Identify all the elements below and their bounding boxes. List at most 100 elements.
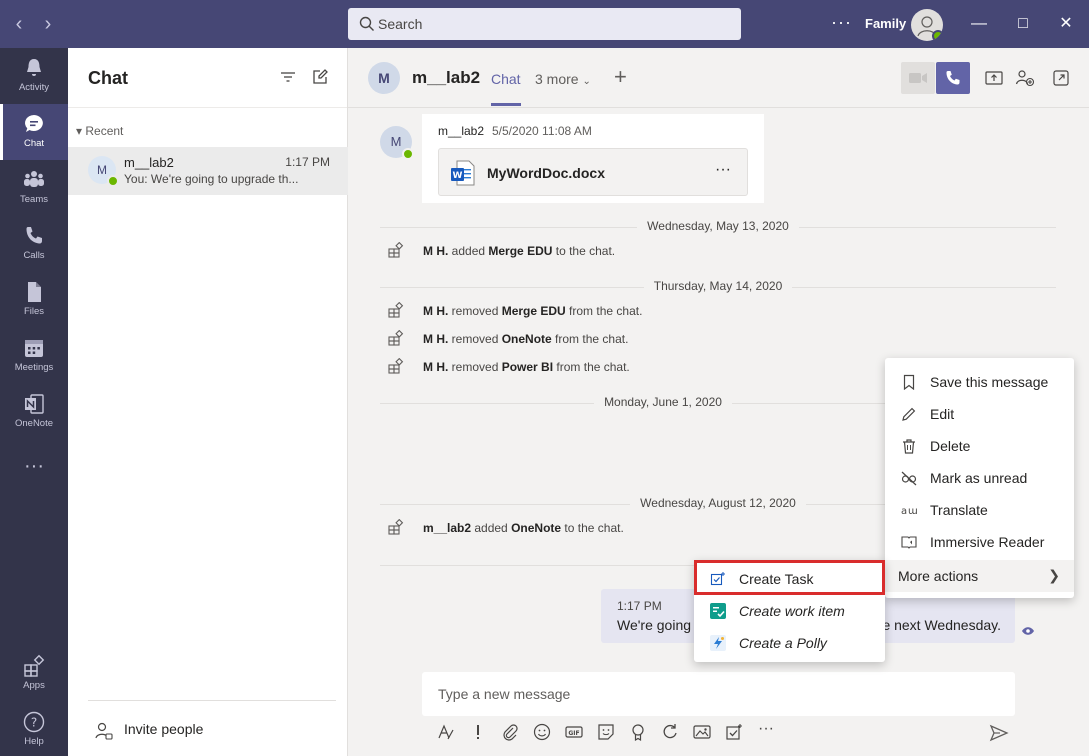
audio-call-button[interactable] bbox=[936, 62, 970, 94]
rail-item-files[interactable]: Files bbox=[0, 272, 68, 328]
unread-icon bbox=[901, 471, 917, 486]
recent-section-label[interactable]: ▾ Recent bbox=[76, 124, 123, 138]
menu-item-mark-unread[interactable]: Mark as unread bbox=[885, 462, 1074, 494]
more-options-icon[interactable]: ··· bbox=[831, 12, 852, 33]
event-actor: M H. bbox=[423, 360, 449, 374]
svg-text:?: ? bbox=[31, 716, 37, 730]
search-placeholder: Search bbox=[378, 16, 423, 32]
rail-item-apps[interactable]: Apps bbox=[0, 646, 68, 702]
rail-item-activity[interactable]: Activity bbox=[0, 48, 68, 104]
forward-arrow-icon[interactable]: › bbox=[38, 12, 58, 36]
compose-box[interactable]: Type a new message bbox=[422, 672, 1015, 716]
apps-event-icon bbox=[388, 519, 404, 535]
phone-icon bbox=[26, 227, 42, 244]
add-people-icon[interactable] bbox=[1015, 68, 1035, 88]
add-tab-icon[interactable]: + bbox=[614, 64, 627, 90]
menu-item-label: Create work item bbox=[739, 603, 845, 619]
tab-more-dropdown[interactable]: 3 more ⌄ bbox=[535, 71, 591, 87]
menu-item-save-message[interactable]: Save this message bbox=[885, 366, 1074, 398]
rail-item-meetings[interactable]: Meetings bbox=[0, 328, 68, 384]
rail-label: Help bbox=[24, 736, 44, 747]
rail-item-help[interactable]: ? Help bbox=[0, 702, 68, 756]
format-icon[interactable] bbox=[436, 722, 456, 742]
pop-out-icon[interactable] bbox=[1051, 68, 1071, 88]
back-arrow-icon[interactable]: ‹ bbox=[9, 12, 29, 36]
rail-label: Chat bbox=[23, 138, 45, 149]
rail-more-apps-icon[interactable]: ··· bbox=[0, 448, 68, 488]
menu-item-create-polly[interactable]: Create a Polly bbox=[694, 627, 885, 659]
menu-item-label: Translate bbox=[930, 502, 988, 518]
apps-icon bbox=[24, 654, 45, 677]
event-object: Merge EDU bbox=[488, 244, 553, 258]
word-document-icon: W bbox=[451, 160, 475, 186]
sticker-icon[interactable] bbox=[596, 722, 616, 742]
date-divider: Thursday, May 14, 2020 bbox=[380, 279, 1056, 293]
menu-item-immersive-reader[interactable]: Immersive Reader bbox=[885, 526, 1074, 558]
profile-avatar[interactable] bbox=[911, 9, 943, 41]
menu-item-edit[interactable]: Edit bbox=[885, 398, 1074, 430]
task-icon[interactable] bbox=[724, 722, 744, 742]
minimize-icon[interactable]: — bbox=[966, 12, 992, 36]
tab-more-label: 3 more bbox=[535, 71, 579, 87]
menu-item-delete[interactable]: Delete bbox=[885, 430, 1074, 462]
attach-icon[interactable] bbox=[500, 722, 520, 742]
rail-item-chat[interactable]: Chat bbox=[0, 104, 68, 160]
trash-icon bbox=[903, 439, 915, 454]
event-tail: to the chat. bbox=[552, 244, 616, 258]
more-options-icon[interactable]: ··· bbox=[756, 720, 776, 740]
filter-icon[interactable] bbox=[279, 68, 297, 86]
search-input[interactable]: Search bbox=[348, 8, 741, 40]
chevron-right-icon: ❯ bbox=[1048, 567, 1060, 583]
image-icon[interactable] bbox=[692, 722, 712, 742]
rail-label: OneNote bbox=[14, 418, 54, 429]
message-time: 1:17 PM bbox=[617, 599, 662, 613]
rail-label: Meetings bbox=[14, 362, 54, 373]
praise-icon[interactable] bbox=[628, 722, 648, 742]
calendar-icon bbox=[25, 340, 43, 357]
chat-list-item[interactable]: M m__lab2 1:17 PM You: We're going to up… bbox=[68, 147, 348, 195]
menu-item-more-actions[interactable]: More actions ❯ bbox=[885, 560, 1074, 592]
rail-item-onenote[interactable]: OneNote bbox=[0, 384, 68, 440]
apps-event-icon bbox=[388, 358, 404, 374]
avatar-initial: M bbox=[97, 163, 107, 177]
close-icon[interactable]: ✕ bbox=[1053, 12, 1079, 36]
important-icon[interactable] bbox=[468, 722, 488, 742]
event-verb: added bbox=[448, 244, 489, 258]
new-chat-icon[interactable] bbox=[311, 68, 329, 86]
avatar-initial: M bbox=[390, 134, 402, 149]
menu-item-label: Edit bbox=[930, 406, 955, 422]
menu-item-create-work-item[interactable]: Create work item bbox=[694, 595, 885, 627]
pencil-icon bbox=[902, 407, 916, 421]
video-call-button[interactable] bbox=[901, 62, 935, 94]
loop-icon[interactable] bbox=[660, 722, 680, 742]
immersive-reader-icon bbox=[901, 536, 917, 549]
file-attachment[interactable]: W MyWordDoc.docx ··· bbox=[438, 148, 748, 196]
svg-text:W: W bbox=[453, 171, 463, 181]
profile-name[interactable]: Family bbox=[865, 16, 906, 31]
menu-item-label: Delete bbox=[930, 438, 971, 454]
emoji-icon[interactable] bbox=[532, 722, 552, 742]
share-screen-icon[interactable] bbox=[984, 68, 1004, 88]
file-more-options-icon[interactable]: ··· bbox=[715, 161, 731, 179]
invite-people-button[interactable]: Invite people bbox=[88, 700, 336, 740]
read-receipt-eye-icon bbox=[1022, 627, 1034, 635]
bookmark-icon bbox=[903, 374, 915, 390]
rail-item-teams[interactable]: Teams bbox=[0, 160, 68, 216]
annotation-highlight-box bbox=[694, 560, 885, 595]
message-card[interactable]: m__lab2 5/5/2020 11:08 AM W MyWordDoc.do… bbox=[422, 114, 764, 203]
rail-item-calls[interactable]: Calls bbox=[0, 216, 68, 272]
message-text-end: e next Wednesday. bbox=[882, 617, 1001, 633]
recent-label-text: Recent bbox=[85, 124, 124, 138]
gif-icon[interactable]: GIF bbox=[564, 722, 584, 742]
bell-icon bbox=[27, 59, 41, 76]
menu-item-translate[interactable]: aա Translate bbox=[885, 494, 1074, 526]
tab-chat[interactable]: Chat bbox=[491, 71, 521, 106]
event-tail: from the chat. bbox=[551, 332, 629, 346]
rail-label: Apps bbox=[23, 680, 45, 691]
maximize-icon[interactable]: □ bbox=[1010, 12, 1036, 36]
menu-item-label: Immersive Reader bbox=[930, 534, 1045, 550]
event-actor: M H. bbox=[423, 332, 449, 346]
date-divider-label: Monday, June 1, 2020 bbox=[594, 395, 732, 409]
send-icon[interactable] bbox=[988, 722, 1010, 744]
message-context-menu: Save this message Edit Delete Mark as un… bbox=[885, 358, 1074, 598]
